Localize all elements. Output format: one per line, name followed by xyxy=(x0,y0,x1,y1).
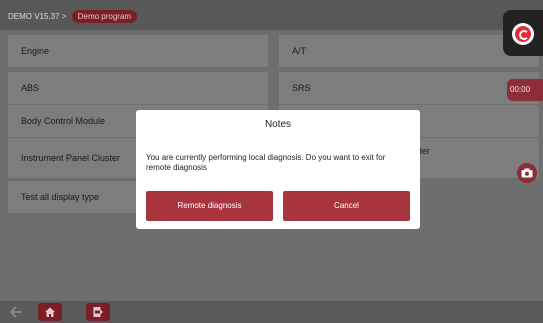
recorder-time: 00:00 xyxy=(510,85,531,94)
system-item-engine[interactable]: Engine xyxy=(8,35,268,67)
back-icon[interactable] xyxy=(8,305,24,319)
breadcrumb: DEMO V15.37 > Demo program xyxy=(8,10,138,23)
camera-icon xyxy=(521,168,533,178)
system-item-at[interactable]: A/T xyxy=(279,35,539,67)
exit-button[interactable] xyxy=(86,303,110,321)
notes-dialog: Notes You are currently performing local… xyxy=(136,110,420,229)
system-item-abs[interactable]: ABS xyxy=(8,72,268,104)
dialog-title: Notes xyxy=(264,119,292,130)
dialog-message: You are currently performing local diagn… xyxy=(146,153,386,172)
app-logo-button[interactable] xyxy=(503,10,543,56)
home-icon xyxy=(45,307,55,317)
cancel-button[interactable]: Cancel xyxy=(283,191,410,221)
remote-diagnosis-button[interactable]: Remote diagnosis xyxy=(146,191,273,221)
system-item-srs[interactable]: SRS xyxy=(279,72,539,104)
app-logo-icon xyxy=(512,23,534,45)
top-bar: DEMO V15.37 > Demo program xyxy=(0,0,543,30)
version-label: DEMO V15.37 > xyxy=(8,12,67,21)
demo-program-button[interactable]: Demo program xyxy=(71,10,138,23)
bottom-nav-bar xyxy=(0,301,543,323)
screenshot-button[interactable] xyxy=(517,163,537,183)
home-button[interactable] xyxy=(38,303,62,321)
screen-recorder-badge[interactable]: 00:00 xyxy=(507,79,543,101)
exit-icon xyxy=(93,307,103,317)
